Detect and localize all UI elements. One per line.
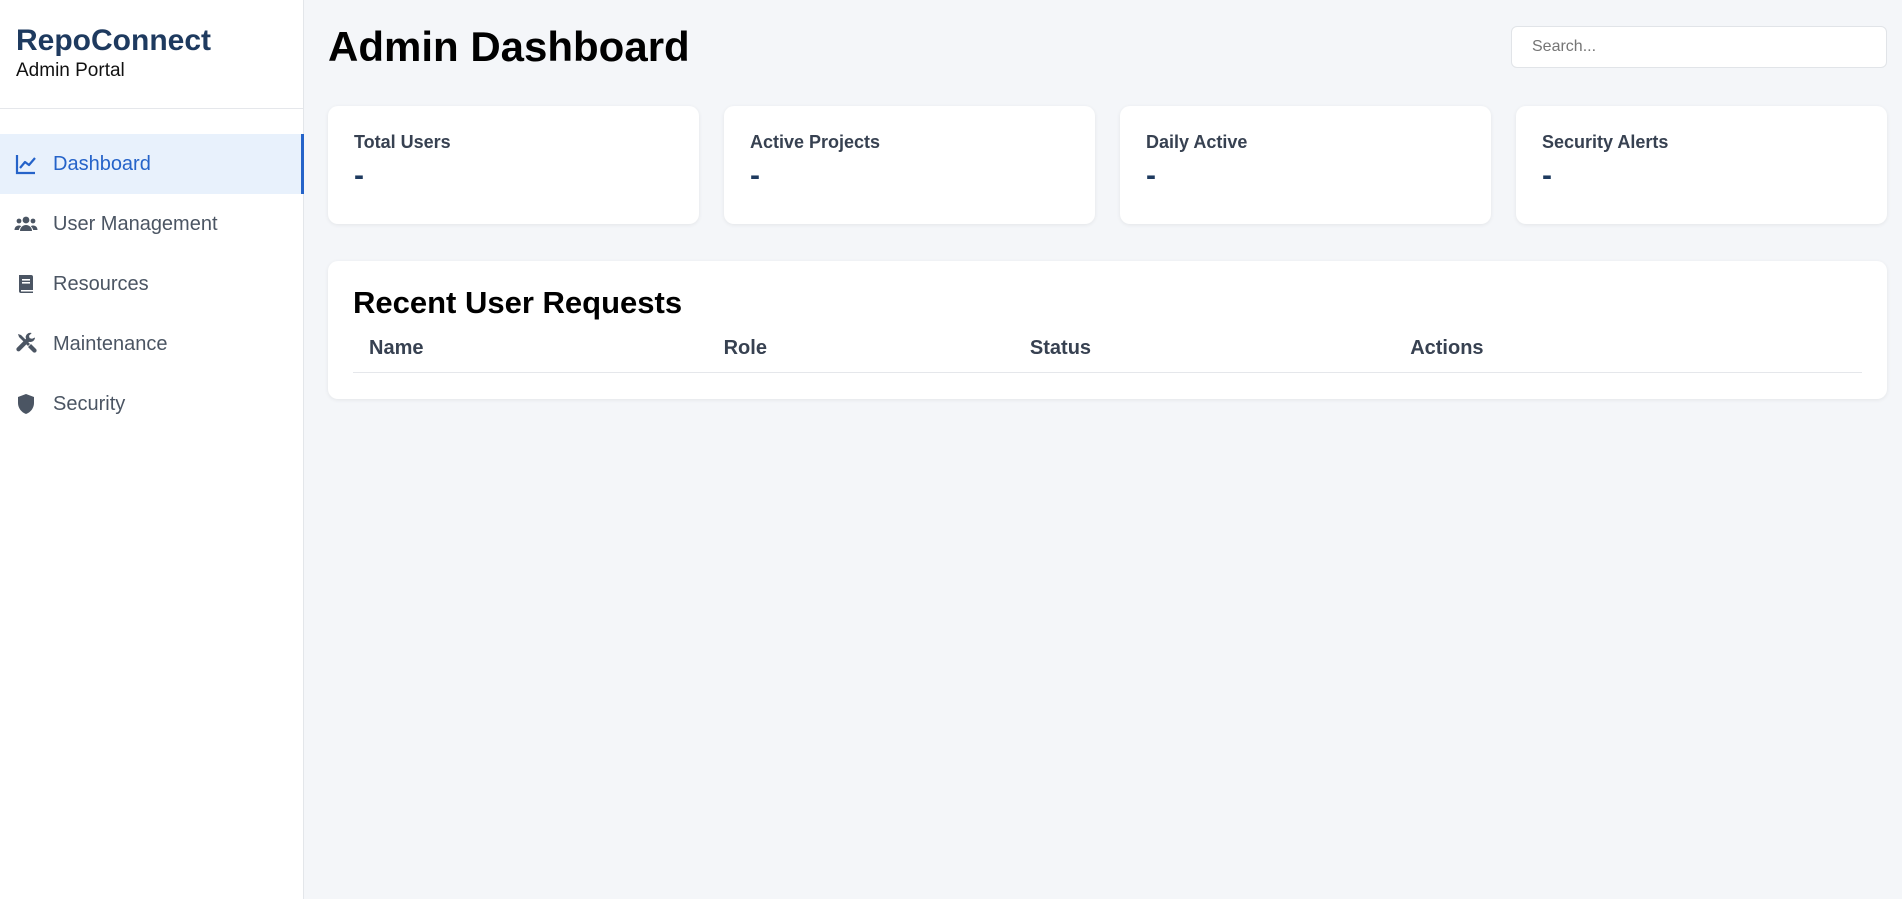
stat-label: Security Alerts xyxy=(1542,132,1669,152)
stat-card-total-users: Total Users - xyxy=(328,106,699,224)
sidebar-item-label: User Management xyxy=(53,212,218,235)
stat-value: - xyxy=(1542,159,1552,192)
stat-value: - xyxy=(354,159,364,192)
stat-value: - xyxy=(1146,159,1156,192)
stat-label: Total Users xyxy=(354,132,451,152)
stat-card-daily-active: Daily Active - xyxy=(1120,106,1491,224)
panel-title: Recent User Requests xyxy=(353,285,683,320)
brand: RepoConnect Admin Portal xyxy=(0,0,303,109)
column-header-actions: Actions xyxy=(1394,331,1862,373)
stat-value: - xyxy=(750,159,760,192)
stat-label: Active Projects xyxy=(750,132,881,152)
brand-title: RepoConnect xyxy=(16,24,211,57)
main-content: Admin Dashboard Total Users - Active Pro… xyxy=(304,0,1902,899)
sidebar-nav: Dashboard User Management Resources Main… xyxy=(0,134,304,434)
sidebar-item-security[interactable]: Security xyxy=(0,374,303,434)
page-title: Admin Dashboard xyxy=(328,23,690,70)
brand-subtitle: Admin Portal xyxy=(16,60,125,81)
sidebar-item-label: Resources xyxy=(53,272,149,295)
sidebar-item-label: Security xyxy=(53,392,126,415)
sidebar-item-label: Dashboard xyxy=(53,152,151,175)
sidebar-item-resources[interactable]: Resources xyxy=(0,254,303,314)
table-header-row: Name Role Status Actions xyxy=(353,331,1862,373)
requests-table: Name Role Status Actions xyxy=(353,331,1862,373)
stat-card-active-projects: Active Projects - xyxy=(724,106,1095,224)
column-header-role[interactable]: Role xyxy=(707,331,1014,373)
tools-icon xyxy=(14,331,40,357)
stat-card-security-alerts: Security Alerts - xyxy=(1516,106,1887,224)
sidebar-item-maintenance[interactable]: Maintenance xyxy=(0,314,303,374)
book-icon xyxy=(14,271,40,297)
users-icon xyxy=(14,211,40,237)
search-input[interactable] xyxy=(1511,26,1887,68)
chart-line-icon xyxy=(14,151,40,177)
shield-icon xyxy=(14,391,40,417)
sidebar-item-user-management[interactable]: User Management xyxy=(0,194,303,254)
sidebar: RepoConnect Admin Portal Dashboard User … xyxy=(0,0,304,899)
stats-row: Total Users - Active Projects - Daily Ac… xyxy=(328,106,1887,224)
sidebar-item-label: Maintenance xyxy=(53,332,168,355)
column-header-name[interactable]: Name xyxy=(353,331,708,373)
sidebar-item-dashboard[interactable]: Dashboard xyxy=(0,134,304,194)
stat-label: Daily Active xyxy=(1146,132,1248,152)
column-header-status[interactable]: Status xyxy=(1013,331,1395,373)
recent-requests-panel: Recent User Requests Name Role Status Ac… xyxy=(328,261,1887,399)
